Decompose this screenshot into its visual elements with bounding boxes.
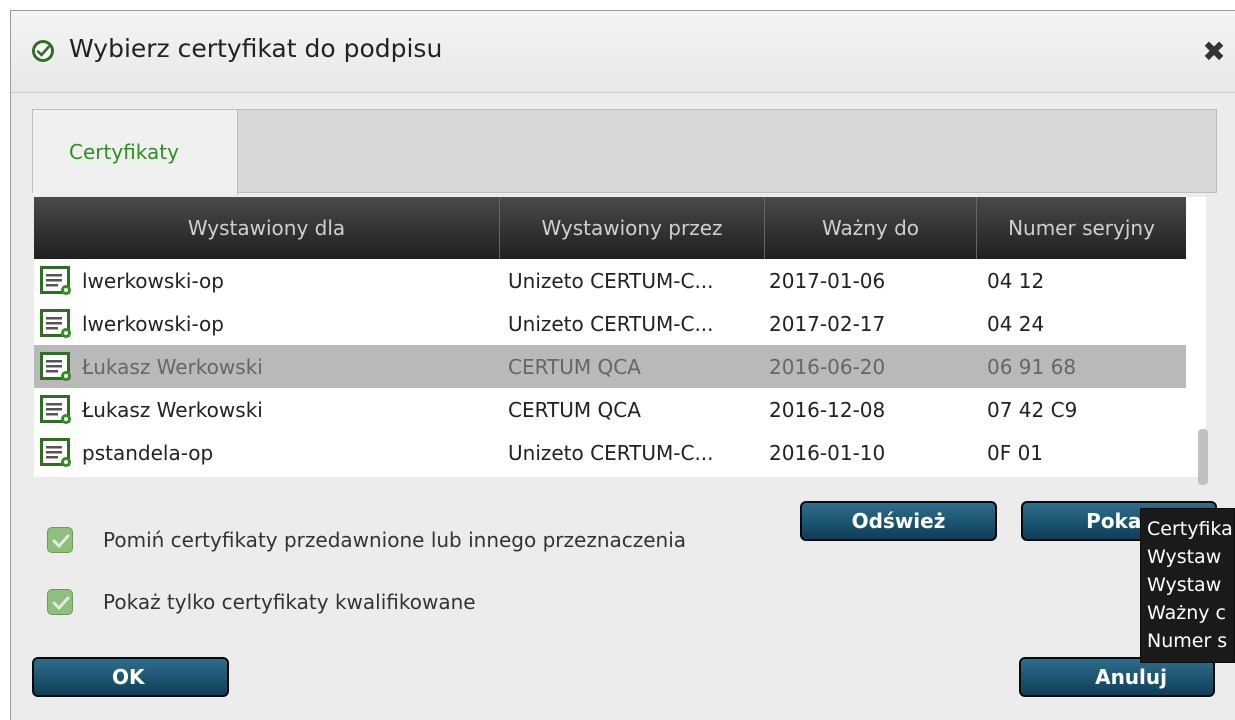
table-header: Wystawiony dla Wystawiony przez Ważny do… <box>34 197 1186 259</box>
skip-expired-label: Pomiń certyfikaty przedawnione lub inneg… <box>103 528 687 552</box>
cell-issued-to: lwerkowski-op <box>34 265 500 296</box>
table-row[interactable]: Łukasz Werkowski CERTUM QCA 2016-12-08 07 4… <box>34 388 1186 431</box>
column-issued-by[interactable]: Wystawiony przez <box>500 197 765 259</box>
cell-issued-by: Unizeto CERTUM-C... <box>508 268 714 293</box>
certificate-icon <box>40 394 71 424</box>
cell-issued-by: Unizeto CERTUM-C... <box>508 440 714 465</box>
table-row[interactable]: lwerkowski-op Unizeto CERTUM-C... 2017-01-… <box>34 259 1186 302</box>
column-serial-number[interactable]: Numer seryjny <box>977 197 1186 259</box>
tooltip-line: Wystaw <box>1147 546 1222 568</box>
cell-issued-by: CERTUM QCA <box>508 397 641 422</box>
dialog-title: Wybierz certyfikat do podpisu <box>69 34 443 63</box>
title-bar: Wybierz certyfikat do podpisu ✖ <box>11 11 1235 93</box>
column-tooltip: Certyfika Wystaw Wystaw Ważny c Numer s <box>1140 508 1235 663</box>
tab-certificates-label: Certyfikaty <box>69 140 179 164</box>
refresh-button[interactable]: Odśwież <box>800 501 997 541</box>
cell-serial-number: 0F 01 <box>987 440 1044 465</box>
cell-issued-to: pstandela-op <box>34 437 500 468</box>
skip-expired-checkbox[interactable] <box>47 527 73 553</box>
issued-to-text: pstandela-op <box>82 440 214 465</box>
qualified-only-checkbox[interactable] <box>47 589 73 615</box>
tooltip-line: Certyfika <box>1147 518 1233 540</box>
close-icon[interactable]: ✖ <box>1199 37 1229 67</box>
check-icon <box>52 596 70 611</box>
cell-valid-to: 2016-12-08 <box>769 397 886 422</box>
cell-valid-to: 2016-01-10 <box>769 440 886 465</box>
tooltip-line: Numer s <box>1147 630 1228 652</box>
table-row[interactable]: Łukasz Werkowski CERTUM QCA 2016-06-20 06 9… <box>34 345 1186 388</box>
cell-issued-to: Łukasz Werkowski <box>34 351 500 382</box>
tab-certificates[interactable]: Certyfikaty <box>33 110 238 195</box>
issued-to-text: lwerkowski-op <box>82 311 224 336</box>
cell-serial-number: 04 24 <box>987 311 1045 336</box>
option-qualified-only: Pokaż tylko certyfikaty kwalifikowane <box>47 589 476 615</box>
certificate-icon <box>40 351 71 381</box>
cell-issued-to: Łukasz Werkowski <box>34 394 500 425</box>
option-skip-expired: Pomiń certyfikaty przedawnione lub inneg… <box>47 527 686 553</box>
certificate-table: Wystawiony dla Wystawiony przez Ważny do… <box>34 197 1206 477</box>
qualified-only-label: Pokaż tylko certyfikaty kwalifikowane <box>103 590 476 614</box>
table-row[interactable]: pstandela-op Unizeto CERTUM-C... 2016-01-1… <box>34 431 1186 474</box>
cancel-button[interactable]: Anuluj <box>1019 657 1215 697</box>
ok-button[interactable]: OK <box>32 657 229 697</box>
cell-valid-to: 2017-02-17 <box>769 311 886 336</box>
cell-issued-to: lwerkowski-op <box>34 308 500 339</box>
issued-to-text: Łukasz Werkowski <box>82 354 263 379</box>
cell-serial-number: 07 42 C9 <box>987 397 1078 422</box>
table-row[interactable]: lwerkowski-op Unizeto CERTUM-C... 2017-02-… <box>34 302 1186 345</box>
column-valid-to[interactable]: Ważny do <box>765 197 977 259</box>
cell-serial-number: 06 91 68 <box>987 354 1077 379</box>
cell-valid-to: 2016-06-20 <box>769 354 886 379</box>
cell-issued-by: Unizeto CERTUM-C... <box>508 311 714 336</box>
certificate-dialog: Wybierz certyfikat do podpisu ✖ Certyfik… <box>10 10 1235 720</box>
tooltip-line: Ważny c <box>1147 602 1226 624</box>
check-badge-icon <box>32 40 54 62</box>
certificate-icon <box>40 308 71 338</box>
tab-strip: Certyfikaty <box>32 109 1217 195</box>
cell-issued-by: CERTUM QCA <box>508 354 641 379</box>
issued-to-text: lwerkowski-op <box>82 268 224 293</box>
cell-serial-number: 04 12 <box>987 268 1045 293</box>
column-issued-to[interactable]: Wystawiony dla <box>34 197 500 259</box>
issued-to-text: Łukasz Werkowski <box>82 397 263 422</box>
certificate-icon <box>40 265 71 295</box>
table-body: lwerkowski-op Unizeto CERTUM-C... 2017-01-… <box>34 259 1186 474</box>
check-icon <box>52 534 70 549</box>
certificate-icon <box>40 437 71 467</box>
tooltip-line: Wystaw <box>1147 574 1222 596</box>
table-scrollbar[interactable] <box>1198 429 1208 485</box>
cell-valid-to: 2017-01-06 <box>769 268 886 293</box>
